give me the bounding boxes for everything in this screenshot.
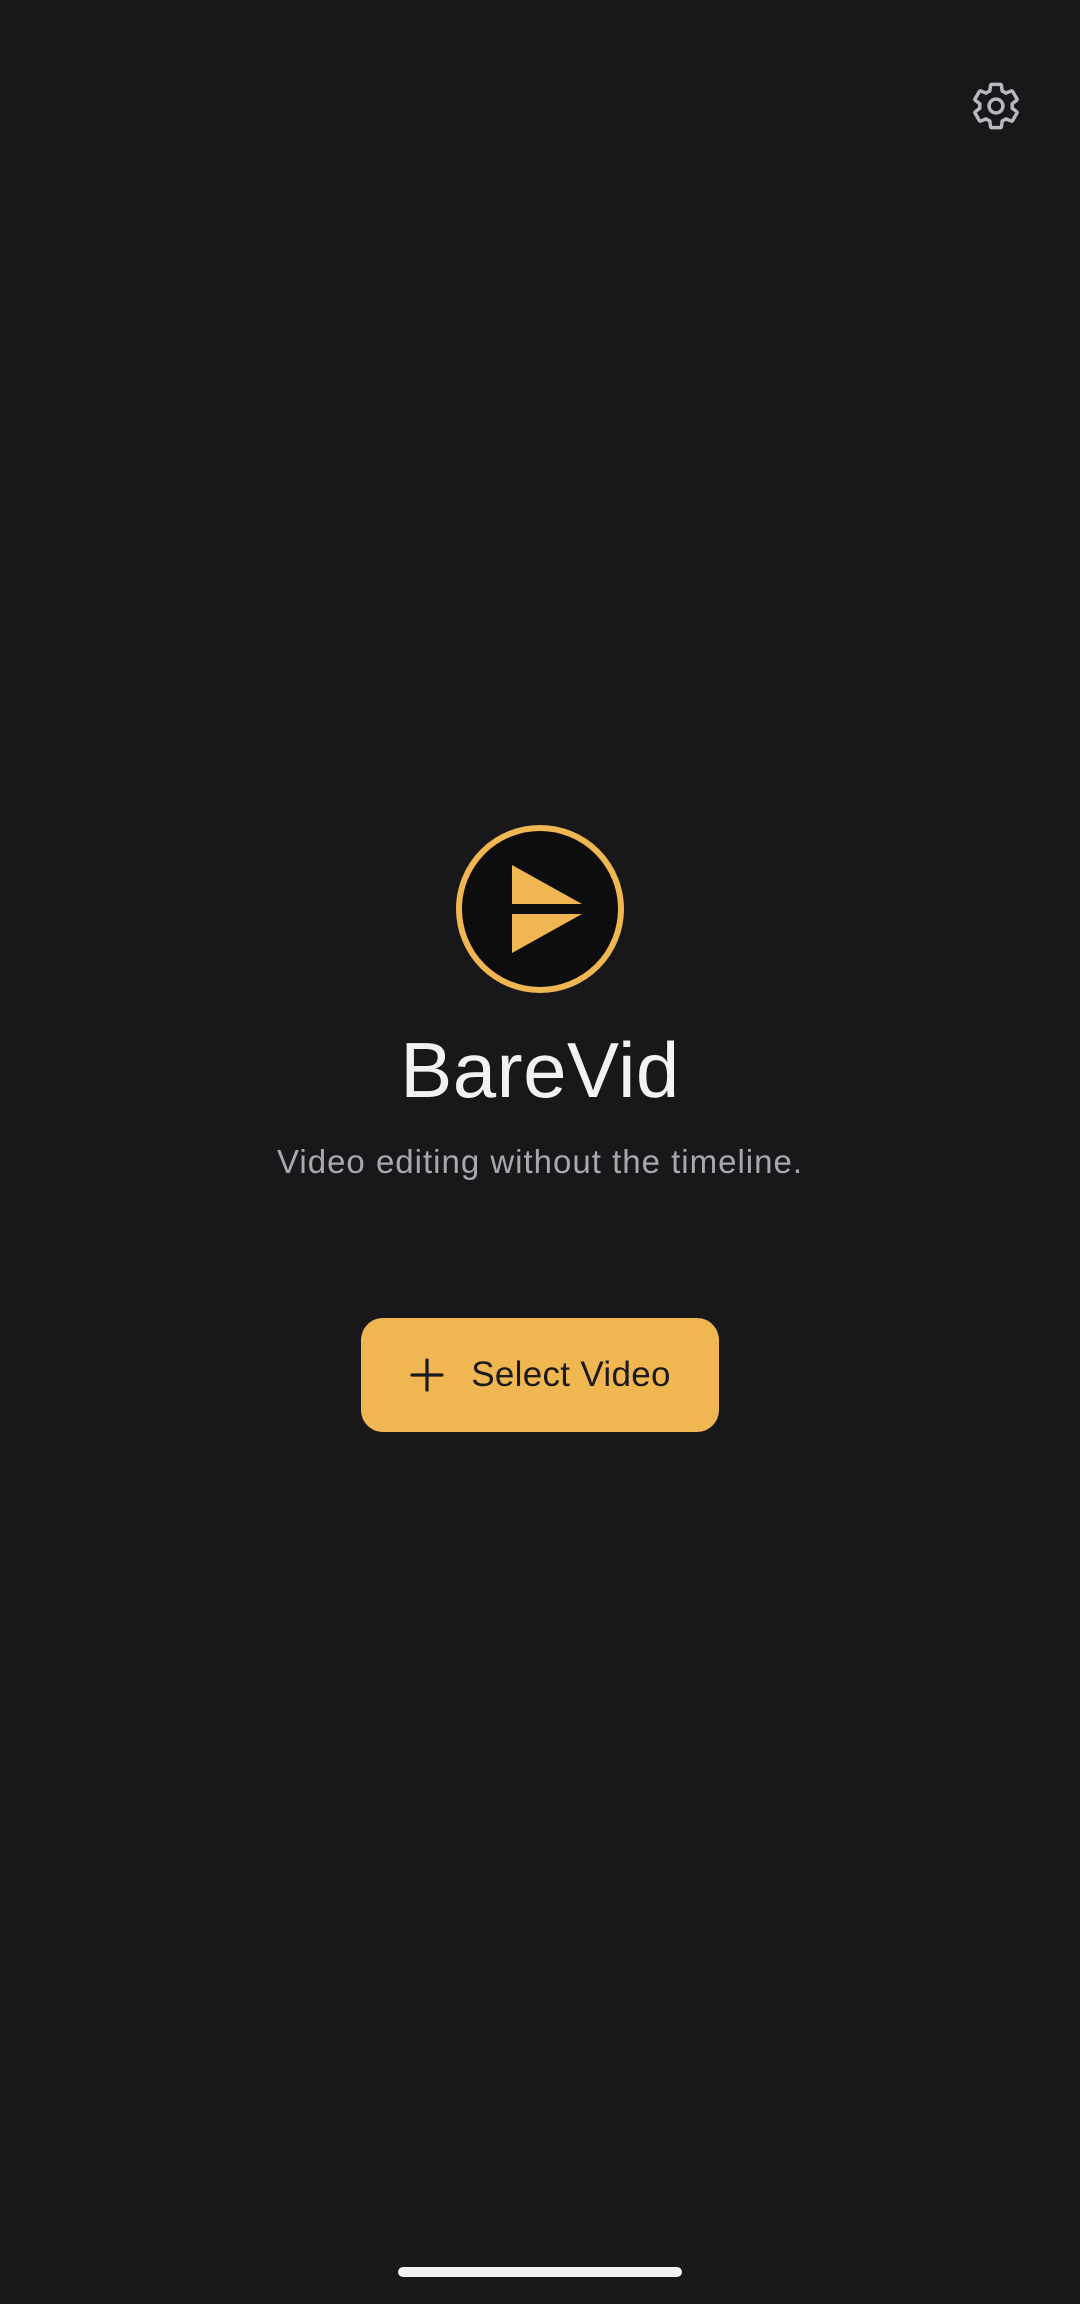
app-logo [455, 824, 625, 994]
gear-icon [973, 82, 1019, 130]
app-tagline: Video editing without the timeline. [276, 1143, 804, 1180]
app-title: BareVid [400, 1026, 680, 1114]
settings-button[interactable] [966, 76, 1026, 136]
select-video-button[interactable]: Select Video [361, 1318, 719, 1432]
play-split-icon [456, 825, 624, 993]
select-video-label: Select Video [471, 1355, 671, 1394]
plus-icon [410, 1358, 444, 1392]
home-indicator[interactable] [398, 2267, 682, 2277]
